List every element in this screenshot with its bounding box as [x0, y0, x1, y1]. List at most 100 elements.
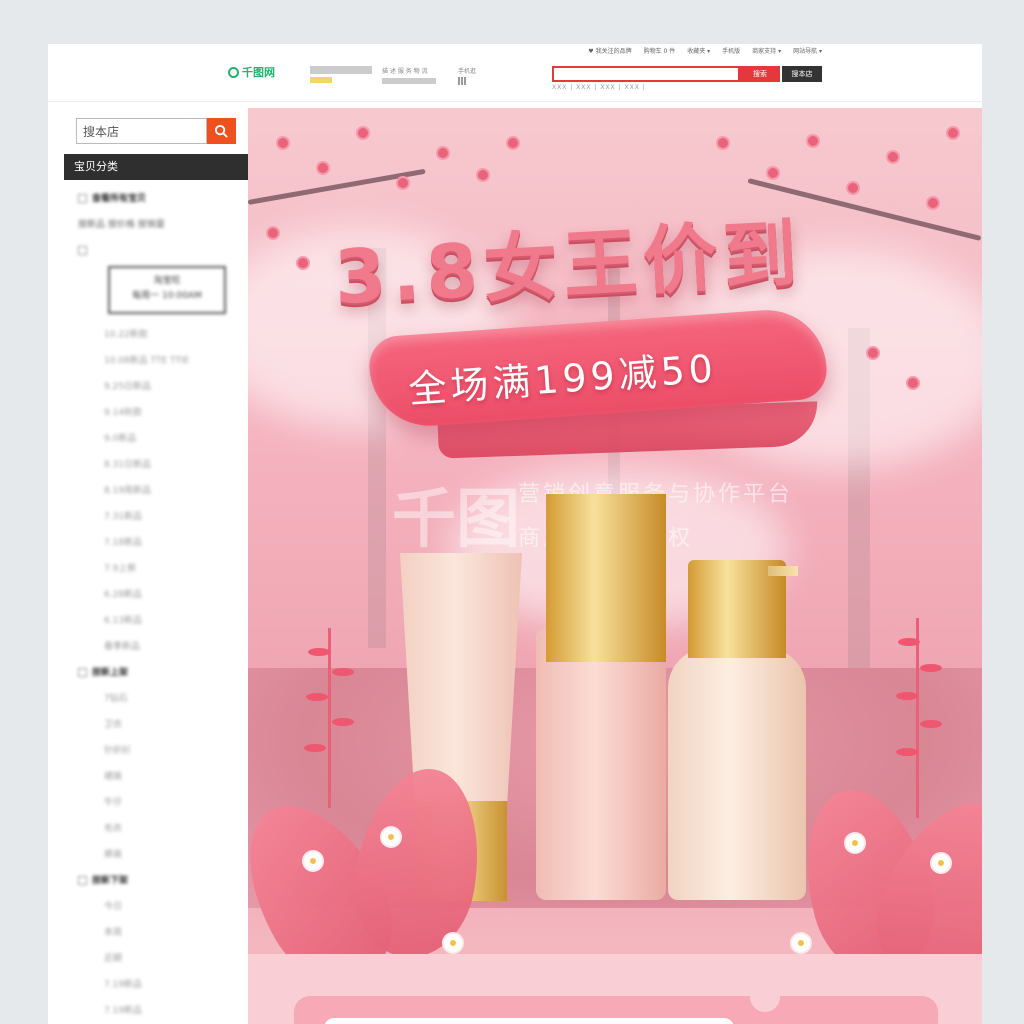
blossom [318, 163, 328, 173]
category-item[interactable]: 7.19新品 [78, 972, 242, 998]
sprig [916, 618, 919, 818]
product-pump-nozzle [768, 566, 798, 576]
category-item[interactable]: 10.22新款 [78, 322, 242, 348]
checkbox-icon [78, 246, 87, 255]
site-logo[interactable]: 千图网 [228, 64, 275, 80]
search-icon [214, 124, 228, 138]
category-item[interactable]: 7.9上新 [78, 556, 242, 582]
category-item[interactable]: 今日 [78, 894, 242, 920]
blossom [298, 258, 308, 268]
product-bottle[interactable] [536, 628, 666, 900]
sprig-leaf [898, 638, 920, 646]
category-group[interactable]: 查看所有宝贝 [78, 186, 242, 212]
blossom [808, 136, 818, 146]
blossom [508, 138, 518, 148]
utility-links: ♥ 我关注的品牌 购物车 0 件 收藏夹 ▾ 手机版 商家支持 ▾ 网站导航 ▾ [588, 46, 822, 55]
sprig [328, 628, 331, 808]
category-checkbox[interactable] [78, 238, 242, 264]
blossom [268, 228, 278, 238]
daisy [304, 852, 322, 870]
sprig-leaf [332, 668, 354, 676]
category-item[interactable]: 7钻石 [78, 686, 242, 712]
product-pump-bottle[interactable] [668, 648, 806, 900]
category-item[interactable]: 7.19新品 [78, 998, 242, 1024]
coupon-notch [750, 982, 780, 1012]
blossom [478, 170, 488, 180]
blossom [868, 348, 878, 358]
category-sort-links[interactable]: 按新品 按价格 按销量 [78, 212, 242, 238]
utility-link[interactable]: ♥ 我关注的品牌 [588, 46, 631, 55]
utility-link[interactable]: 收藏夹 ▾ [687, 46, 710, 55]
blossom [928, 198, 938, 208]
logo-icon [228, 66, 239, 78]
category-item[interactable]: 6.13新品 [78, 608, 242, 634]
expand-icon [78, 668, 87, 677]
shop-search: 搜本店 [76, 118, 236, 144]
shop-rating: 描 述 服 务 物 流 [382, 66, 436, 84]
utility-link[interactable]: 手机版 [722, 46, 740, 55]
blossom [358, 128, 368, 138]
category-item[interactable]: 9.25日新品 [78, 374, 242, 400]
blossom [718, 138, 728, 148]
page-frame: ♥ 我关注的品牌 购物车 0 件 收藏夹 ▾ 手机版 商家支持 ▾ 网站导航 ▾… [48, 44, 982, 1024]
sprig-leaf [896, 692, 918, 700]
site-search: 搜索 搜本店 [552, 66, 822, 82]
utility-link[interactable]: 购物车 0 件 [644, 46, 676, 55]
hot-search-links[interactable]: XXX | XXX | XXX | XXX | [552, 84, 646, 91]
blossom [848, 183, 858, 193]
rating-label: 描 述 服 务 物 流 [382, 68, 428, 75]
search-button[interactable]: 搜索 [740, 66, 780, 82]
product-tube[interactable] [400, 553, 522, 801]
shop-search-button[interactable]: 搜本店 [782, 66, 822, 82]
daisy [932, 854, 950, 872]
promo-banner[interactable]: 3.8女王价到 全场满199减50 千图 营销创意服务与协作平台 商用请获取授权 [248, 108, 982, 954]
category-card[interactable]: 淘宝旺 每周一 10:00AM [108, 266, 226, 314]
category-item[interactable]: 6.28新品 [78, 582, 242, 608]
category-group[interactable]: 按新上架 [78, 660, 242, 686]
category-item[interactable]: 近期 [78, 946, 242, 972]
category-item[interactable]: 裤装 [78, 842, 242, 868]
utility-link[interactable]: 网站导航 ▾ [793, 46, 822, 55]
shop-search-submit[interactable] [207, 118, 236, 144]
shop-name-placeholder [310, 66, 372, 74]
logo-text: 千图网 [242, 66, 275, 79]
sprig-leaf [308, 648, 330, 656]
shop-badge [310, 77, 332, 83]
search-input[interactable] [552, 66, 740, 82]
category-item[interactable]: 卫衣 [78, 712, 242, 738]
blossom [908, 378, 918, 388]
blossom [278, 138, 288, 148]
category-item[interactable]: 7.31新品 [78, 504, 242, 530]
category-item[interactable]: 本周 [78, 920, 242, 946]
coupon-card[interactable] [294, 982, 938, 1024]
utility-link[interactable]: 商家支持 ▾ [752, 46, 781, 55]
shop-info [310, 66, 372, 83]
sidebar: 搜本店 宝贝分类 查看所有宝贝 按新品 按价格 按销量 淘宝旺 每周一 10:0… [64, 108, 248, 1024]
category-item[interactable]: 毛衣 [78, 816, 242, 842]
category-item[interactable]: 针织衫 [78, 738, 242, 764]
category-header: 宝贝分类 [64, 154, 248, 180]
category-item[interactable]: 8.19周新品 [78, 478, 242, 504]
expand-icon [78, 876, 87, 885]
shop-search-input[interactable]: 搜本店 [76, 118, 207, 144]
sprig-leaf [306, 693, 328, 701]
category-item[interactable]: 9.0新品 [78, 426, 242, 452]
category-group[interactable]: 按新下架 [78, 868, 242, 894]
qr-code-icon [458, 77, 466, 85]
phone-label: 手机逛 [458, 68, 477, 75]
category-item[interactable]: 10.08新品 TTE TTIE [78, 348, 242, 374]
category-item[interactable]: 春季新品 [78, 634, 242, 660]
category-item[interactable]: 裙装 [78, 764, 242, 790]
phone-version[interactable]: 手机逛 [458, 66, 476, 85]
blossom [398, 178, 408, 188]
daisy [382, 828, 400, 846]
blossom [888, 152, 898, 162]
category-item[interactable]: 9.14秋款 [78, 400, 242, 426]
category-item[interactable]: 7.18新品 [78, 530, 242, 556]
product-bottle-cap [546, 494, 666, 662]
sprig-leaf [896, 748, 918, 756]
rating-bar [382, 78, 436, 84]
expand-icon [78, 194, 87, 203]
category-item[interactable]: 牛仔 [78, 790, 242, 816]
category-item[interactable]: 8.31日新品 [78, 452, 242, 478]
